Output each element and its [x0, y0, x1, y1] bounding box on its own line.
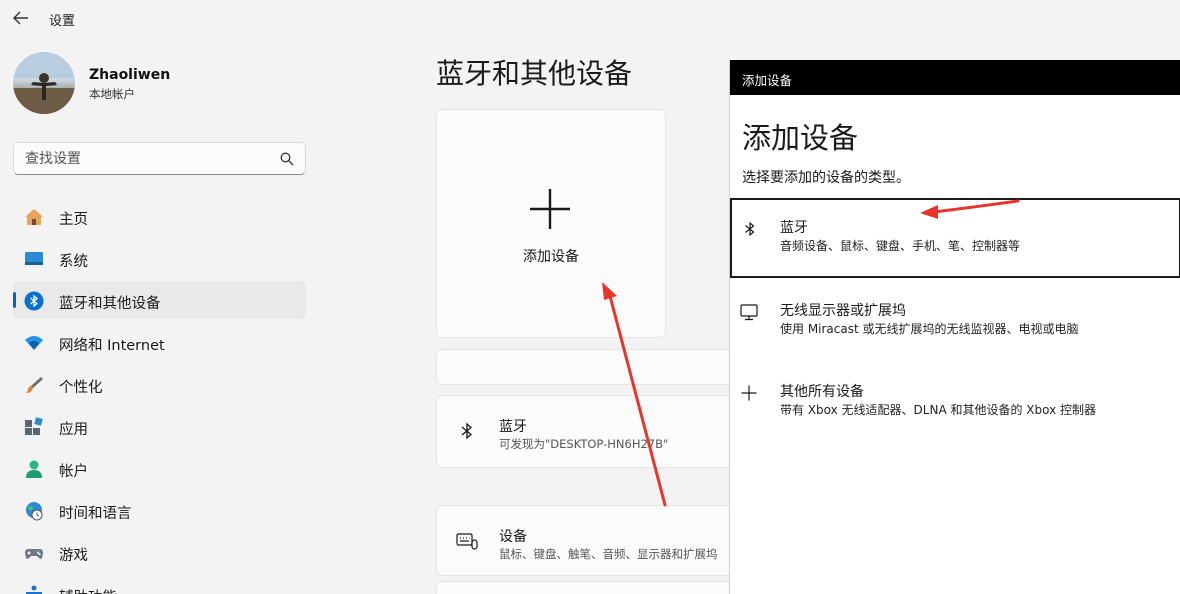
add-device-tile[interactable]: 添加设备 — [436, 109, 666, 338]
person-icon — [26, 460, 42, 478]
sidebar-item-personalization[interactable]: 个性化 — [13, 365, 306, 403]
active-indicator — [13, 292, 16, 308]
dialog-heading: 添加设备 — [742, 121, 859, 155]
sidebar-item-bluetooth[interactable]: 蓝牙和其他设备 — [13, 281, 306, 319]
more-card[interactable] — [436, 581, 736, 594]
sidebar-item-gaming[interactable]: 游戏 — [13, 533, 306, 571]
sidebar-item-label: 游戏 — [59, 548, 88, 564]
sidebar-item-system[interactable]: 系统 — [13, 239, 306, 277]
sidebar-item-label: 网络和 Internet — [59, 338, 165, 354]
sidebar-item-time-language[interactable]: 时间和语言 — [13, 491, 306, 529]
option-subtitle: 带有 Xbox 无线适配器、DLNA 和其他设备的 Xbox 控制器 — [780, 403, 1097, 417]
profile-account-type: 本地帐户 — [89, 87, 135, 101]
option-title: 无线显示器或扩展坞 — [780, 303, 906, 319]
devices-card[interactable]: 设备 鼠标、键盘、触笔、音频、显示器和扩展坞 — [436, 505, 736, 576]
sidebar-nav: 主页 系统 蓝牙和其他设备 网络和 Internet 个性化 应用 帐户 时间和… — [13, 197, 306, 594]
sidebar-item-label: 系统 — [59, 254, 88, 270]
search-box[interactable] — [13, 142, 306, 175]
app-title: 设置 — [49, 14, 76, 29]
sidebar-item-label: 时间和语言 — [59, 506, 132, 522]
home-icon — [25, 209, 43, 225]
sidebar-item-label: 主页 — [59, 212, 88, 228]
dialog-subtitle: 选择要添加的设备的类型。 — [742, 170, 910, 186]
sidebar-item-label: 个性化 — [59, 380, 103, 396]
bluetooth-card-subtitle: 可发现为"DESKTOP-HN6H27B" — [499, 437, 669, 451]
sidebar-item-label: 蓝牙和其他设备 — [59, 296, 161, 312]
avatar-photo — [13, 52, 75, 114]
add-device-label: 添加设备 — [523, 249, 579, 265]
back-button[interactable] — [8, 6, 34, 30]
sidebar-item-label: 帐户 — [59, 464, 88, 480]
page-title: 蓝牙和其他设备 — [436, 57, 633, 90]
sidebar-item-network[interactable]: 网络和 Internet — [13, 323, 306, 361]
bluetooth-icon — [24, 291, 44, 311]
globe-clock-icon — [26, 502, 43, 521]
option-subtitle: 使用 Miracast 或无线扩展坞的无线监视器、电视或电脑 — [780, 322, 1079, 336]
sidebar-item-label: 应用 — [59, 422, 88, 438]
profile-name: Zhaoliwen — [89, 67, 171, 83]
dialog-bar-title: 添加设备 — [742, 73, 793, 88]
accessibility-icon — [26, 585, 42, 594]
option-wireless-display[interactable]: 无线显示器或扩展坞 使用 Miracast 或无线扩展坞的无线监视器、电视或电脑 — [730, 281, 1180, 361]
title-bar: 设置 — [0, 0, 1180, 36]
sidebar-item-label: 辅助功能 — [59, 586, 117, 594]
apps-icon — [25, 417, 43, 435]
add-device-dialog: 添加设备 添加设备 选择要添加的设备的类型。 蓝牙 音频设备、鼠标、键盘、手机、… — [729, 60, 1180, 594]
sidebar-item-accessibility[interactable]: 辅助功能 — [13, 575, 306, 594]
sidebar-item-accounts[interactable]: 帐户 — [13, 449, 306, 487]
display-icon — [25, 252, 43, 265]
monitor-icon — [740, 304, 758, 321]
option-bluetooth[interactable]: 蓝牙 音频设备、鼠标、键盘、手机、笔、控制器等 — [730, 198, 1180, 278]
keyboard-mouse-icon — [456, 533, 478, 550]
search-icon[interactable] — [280, 152, 294, 166]
option-subtitle: 音频设备、鼠标、键盘、手机、笔、控制器等 — [780, 239, 1021, 253]
option-everything-else[interactable]: 其他所有设备 带有 Xbox 无线适配器、DLNA 和其他设备的 Xbox 控制… — [730, 362, 1180, 442]
dialog-title-bar: 添加设备 — [730, 60, 1180, 95]
wifi-icon — [25, 336, 43, 350]
bluetooth-icon — [461, 422, 473, 440]
back-arrow-icon — [13, 11, 28, 25]
plus-icon — [741, 385, 757, 401]
device-strip — [436, 349, 736, 385]
bluetooth-icon — [745, 221, 755, 237]
sidebar-item-apps[interactable]: 应用 — [13, 407, 306, 445]
bluetooth-card-title: 蓝牙 — [499, 419, 527, 435]
bluetooth-card[interactable]: 蓝牙 可发现为"DESKTOP-HN6H27B" — [436, 395, 736, 468]
avatar[interactable] — [13, 52, 75, 114]
sidebar-item-home[interactable]: 主页 — [13, 197, 306, 235]
gamepad-icon — [25, 549, 43, 559]
option-title: 蓝牙 — [780, 220, 808, 236]
devices-card-subtitle: 鼠标、键盘、触笔、音频、显示器和扩展坞 — [499, 547, 718, 561]
option-title: 其他所有设备 — [780, 384, 864, 400]
devices-card-title: 设备 — [499, 529, 527, 545]
brush-icon — [26, 377, 43, 393]
plus-icon — [530, 189, 570, 229]
search-input[interactable] — [14, 143, 274, 174]
